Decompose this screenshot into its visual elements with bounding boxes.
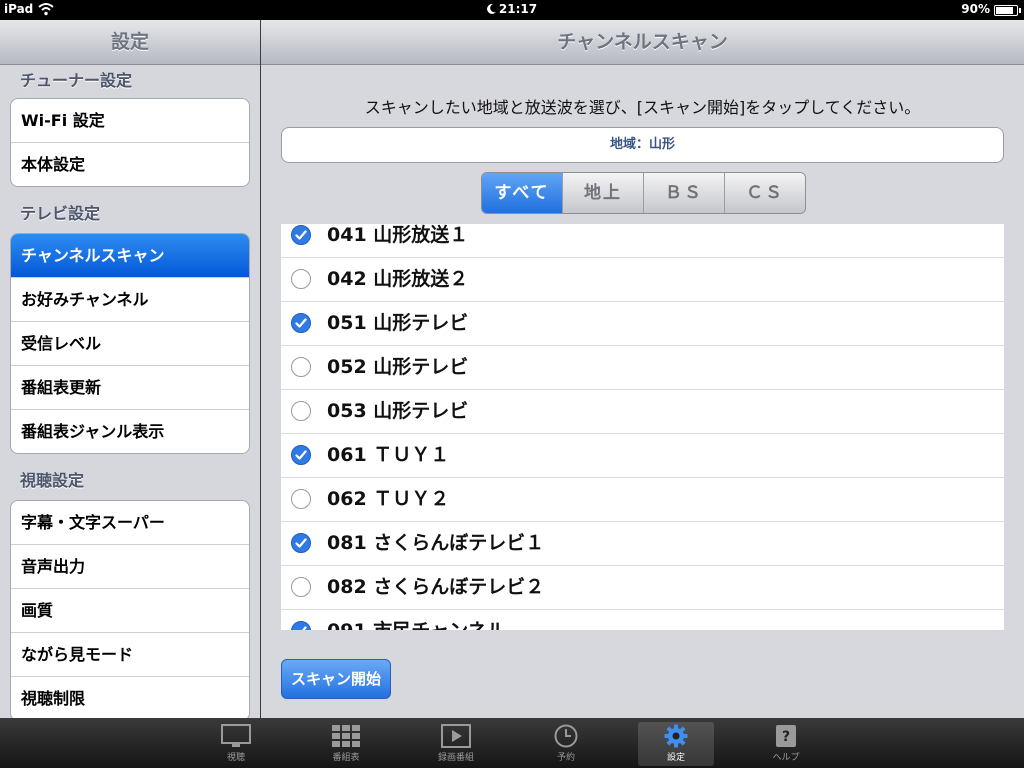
channel-list[interactable]: 041 山形放送１ 042 山形放送２ 051 山形テレビ 052 山形テレビ 053 … (281, 224, 1004, 630)
tab-label: 録画番組 (437, 753, 474, 763)
settings-group-tv: チャンネルスキャン お好みチャンネル 受信レベル 番組表更新 番組表ジャンル表示 (10, 233, 250, 454)
sidebar-item-parental-control[interactable]: 視聴制限 (11, 676, 249, 718)
unchecked-checkbox-icon[interactable] (291, 577, 311, 597)
channel-row[interactable]: 041 山形放送１ (281, 224, 1004, 258)
sidebar-title: 設定 (0, 20, 260, 65)
tab-program-guide[interactable]: 番組表 (308, 722, 384, 766)
sidebar-item-channel-scan[interactable]: チャンネルスキャン (11, 234, 249, 277)
tab-bar: 視聴 番組表 録画番組 予約 設定 ? ヘルプ (0, 718, 1024, 768)
channel-label: 041 山形放送１ (327, 224, 469, 246)
segment-all[interactable]: すべて (482, 173, 562, 213)
tab-label: 設定 (666, 753, 685, 763)
channel-scan-pane: チャンネルスキャン スキャンしたい地域と放送波を選び、[スキャン開始]をタップし… (261, 20, 1024, 718)
channel-label: 082 さくらんぼテレビ２ (327, 576, 545, 598)
sidebar-item-picture-quality[interactable]: 画質 (11, 588, 249, 632)
settings-sidebar: 設定 チューナー設定 Wi-Fi 設定 本体設定 テレビ設定 チャンネルスキャン… (0, 20, 260, 718)
svg-text:?: ? (782, 729, 790, 745)
unchecked-checkbox-icon[interactable] (291, 357, 311, 377)
checked-checkbox-icon[interactable] (291, 445, 311, 465)
moon-icon (486, 4, 496, 14)
channel-row[interactable]: 081 さくらんぼテレビ１ (281, 522, 1004, 566)
battery-icon (994, 5, 1021, 16)
time-label: 21:17 (498, 2, 538, 16)
help-icon: ? (776, 725, 796, 747)
tab-label: ヘルプ (772, 753, 800, 763)
tv-icon (221, 724, 251, 747)
segment-terrestrial[interactable]: 地上 (562, 173, 643, 213)
channel-label: 052 山形テレビ (327, 356, 469, 378)
tab-help[interactable]: ? ヘルプ (748, 722, 824, 766)
clock: 21:17 (0, 2, 1024, 16)
tab-recordings[interactable]: 録画番組 (418, 722, 494, 766)
sidebar-item-signal-level[interactable]: 受信レベル (11, 321, 249, 365)
tab-label: 番組表 (332, 753, 360, 763)
channel-label: 091 市民チャンネル (327, 610, 506, 630)
channel-label: 062 ＴＵＹ２ (327, 488, 450, 510)
sidebar-item-audio-output[interactable]: 音声出力 (11, 544, 249, 588)
gear-icon (664, 724, 688, 748)
sidebar-item-device[interactable]: 本体設定 (11, 142, 249, 186)
channel-label: 081 さくらんぼテレビ１ (327, 532, 545, 554)
channel-row[interactable]: 082 さくらんぼテレビ２ (281, 566, 1004, 610)
sidebar-item-favorite-channels[interactable]: お好みチャンネル (11, 277, 249, 321)
channel-label: 053 山形テレビ (327, 400, 469, 422)
channel-row[interactable]: 051 山形テレビ (281, 302, 1004, 346)
channel-label: 042 山形放送２ (327, 268, 469, 290)
sidebar-item-epg-genre[interactable]: 番組表ジャンル表示 (11, 409, 249, 453)
sidebar-item-epg-update[interactable]: 番組表更新 (11, 365, 249, 409)
tab-reservations[interactable]: 予約 (528, 722, 604, 766)
channel-row[interactable]: 053 山形テレビ (281, 390, 1004, 434)
sidebar-item-subtitles[interactable]: 字幕・文字スーパー (11, 501, 249, 544)
channel-label: 061 ＴＵＹ１ (327, 444, 450, 466)
checked-checkbox-icon[interactable] (291, 533, 311, 553)
region-select-button[interactable]: 地域：山形 (281, 127, 1004, 163)
battery-percentage: 90% (961, 2, 990, 16)
checked-checkbox-icon[interactable] (291, 225, 311, 245)
sidebar-item-wifi[interactable]: Wi-Fi 設定 (11, 99, 249, 142)
checked-checkbox-icon[interactable] (291, 621, 311, 630)
status-bar: iPad 21:17 90% (0, 0, 1024, 20)
channel-row[interactable]: 062 ＴＵＹ２ (281, 478, 1004, 522)
tab-label: 視聴 (226, 753, 245, 763)
unchecked-checkbox-icon[interactable] (291, 489, 311, 509)
checked-checkbox-icon[interactable] (291, 313, 311, 333)
tab-watch[interactable]: 視聴 (198, 722, 274, 766)
unchecked-checkbox-icon[interactable] (291, 401, 311, 421)
channel-row[interactable]: 061 ＴＵＹ１ (281, 434, 1004, 478)
grid-icon (332, 725, 360, 747)
section-title-tv: テレビ設定 (20, 204, 101, 223)
tab-label: 予約 (556, 753, 575, 763)
play-icon (441, 724, 471, 748)
settings-group-tuner: Wi-Fi 設定 本体設定 (10, 98, 250, 187)
channel-row[interactable]: 042 山形放送２ (281, 258, 1004, 302)
channel-label: 051 山形テレビ (327, 312, 469, 334)
channel-row[interactable]: 091 市民チャンネル (281, 610, 1004, 630)
unchecked-checkbox-icon[interactable] (291, 269, 311, 289)
start-scan-button[interactable]: スキャン開始 (281, 659, 391, 699)
instruction-text: スキャンしたい地域と放送波を選び、[スキャン開始]をタップしてください。 (364, 98, 921, 117)
section-title-viewing: 視聴設定 (20, 471, 85, 490)
sidebar-item-multitask-mode[interactable]: ながら見モード (11, 632, 249, 676)
tab-settings[interactable]: 設定 (638, 722, 714, 766)
settings-group-viewing: 字幕・文字スーパー 音声出力 画質 ながら見モード 視聴制限 (10, 500, 250, 718)
channel-row[interactable]: 052 山形テレビ (281, 346, 1004, 390)
broadcast-type-segmented-control: すべて 地上 ＢＳ ＣＳ (481, 172, 806, 214)
page-title: チャンネルスキャン (261, 20, 1024, 65)
section-title-tuner: チューナー設定 (20, 71, 133, 90)
segment-bs[interactable]: ＢＳ (643, 173, 724, 213)
clock-icon (554, 724, 578, 748)
segment-cs[interactable]: ＣＳ (724, 173, 805, 213)
